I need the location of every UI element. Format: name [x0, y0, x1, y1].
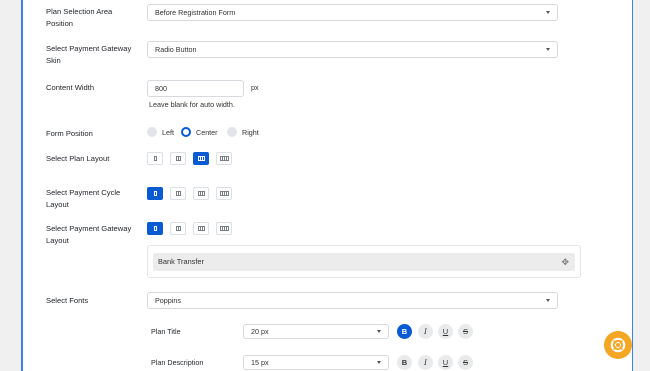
plan-description-underline-button[interactable]: U: [438, 355, 453, 370]
help-button[interactable]: [604, 331, 632, 359]
plan-selection-area-select[interactable]: Before Registration Form: [147, 4, 558, 21]
plan-description-size-select[interactable]: 15 px: [243, 355, 389, 370]
three-column-icon: [197, 226, 205, 231]
plan-layout-1-column[interactable]: [147, 152, 163, 165]
three-column-icon: [197, 156, 205, 161]
payment-gateway-skin-label: Select Payment Gateway Skin: [46, 44, 132, 65]
two-column-icon: [175, 156, 181, 161]
payment-gateway-layout-label: Select Payment Gateway Layout: [46, 224, 132, 245]
gateway-item-label: Bank Transfer: [158, 257, 205, 266]
four-column-icon: [219, 191, 229, 196]
plan-description-bold-button[interactable]: B: [397, 355, 412, 370]
chevron-down-icon: [546, 299, 550, 302]
content-width-unit: px: [251, 83, 259, 92]
payment-gateway-layout-3-column[interactable]: [193, 222, 209, 235]
plan-title-strikethrough-button[interactable]: S: [458, 324, 473, 339]
chevron-down-icon: [377, 330, 381, 333]
form-position-left[interactable]: Left: [147, 126, 174, 138]
payment-gateway-layout-2-column[interactable]: [170, 222, 186, 235]
plan-description-font-label: Plan Description: [151, 358, 204, 367]
radio-label: Left: [162, 127, 174, 137]
move-icon[interactable]: ✥: [561, 253, 569, 271]
radio-label: Center: [196, 127, 218, 137]
payment-gateway-list: Bank Transfer ✥: [147, 245, 581, 278]
plan-layout-3-column[interactable]: [193, 152, 209, 165]
chevron-down-icon: [546, 48, 550, 51]
plan-selection-area-value: Before Registration Form: [155, 8, 236, 17]
radio-selected-icon: [181, 127, 191, 137]
radio-icon: [227, 127, 237, 137]
plan-description-size-value: 15 px: [251, 358, 269, 367]
payment-gateway-layout-1-column[interactable]: [147, 222, 163, 235]
payment-cycle-layout-label: Select Payment Cycle Layout: [46, 188, 121, 209]
plan-title-size-select[interactable]: 20 px: [243, 324, 389, 339]
settings-panel: Plan Selection Area Position Before Regi…: [21, 0, 633, 371]
four-column-icon: [219, 226, 229, 231]
fonts-select[interactable]: Poppins: [147, 292, 558, 309]
three-column-icon: [197, 191, 205, 196]
payment-gateway-layout-4-column[interactable]: [216, 222, 232, 235]
form-position-label: Form Position: [46, 129, 93, 138]
form-position-right[interactable]: Right: [227, 126, 259, 138]
chevron-down-icon: [546, 11, 550, 14]
plan-layout-label: Select Plan Layout: [46, 154, 110, 163]
plan-layout-4-column[interactable]: [216, 152, 232, 165]
payment-cycle-layout-1-column[interactable]: [147, 187, 163, 200]
fonts-label: Select Fonts: [46, 296, 89, 305]
plan-title-size-value: 20 px: [251, 327, 269, 336]
payment-cycle-layout-4-column[interactable]: [216, 187, 232, 200]
form-position-center[interactable]: Center: [181, 126, 218, 138]
payment-cycle-layout-2-column[interactable]: [170, 187, 186, 200]
lifebuoy-icon: [610, 337, 626, 353]
one-column-icon: [153, 191, 157, 196]
plan-title-font-label: Plan Title: [151, 327, 181, 336]
radio-label: Right: [242, 127, 259, 137]
one-column-icon: [153, 226, 157, 231]
plan-title-underline-button[interactable]: U: [438, 324, 453, 339]
content-width-hint: Leave blank for auto width.: [149, 100, 235, 109]
payment-gateway-skin-select[interactable]: Radio Button: [147, 41, 558, 58]
plan-description-strikethrough-button[interactable]: S: [458, 355, 473, 370]
plan-selection-area-label: Plan Selection Area Position: [46, 7, 113, 28]
content-width-label: Content Width: [46, 83, 95, 92]
one-column-icon: [153, 156, 157, 161]
two-column-icon: [175, 226, 181, 231]
payment-cycle-layout-3-column[interactable]: [193, 187, 209, 200]
chevron-down-icon: [377, 361, 381, 364]
content-width-input[interactable]: 800: [147, 80, 244, 97]
two-column-icon: [175, 191, 181, 196]
plan-title-italic-button[interactable]: I: [418, 324, 433, 339]
gateway-item-bank-transfer[interactable]: Bank Transfer ✥: [153, 253, 575, 271]
fonts-value: Poppins: [155, 296, 181, 305]
payment-gateway-skin-value: Radio Button: [155, 45, 197, 54]
plan-description-italic-button[interactable]: I: [418, 355, 433, 370]
plan-layout-2-column[interactable]: [170, 152, 186, 165]
radio-icon: [147, 127, 157, 137]
plan-title-bold-button[interactable]: B: [397, 324, 412, 339]
four-column-icon: [219, 156, 229, 161]
